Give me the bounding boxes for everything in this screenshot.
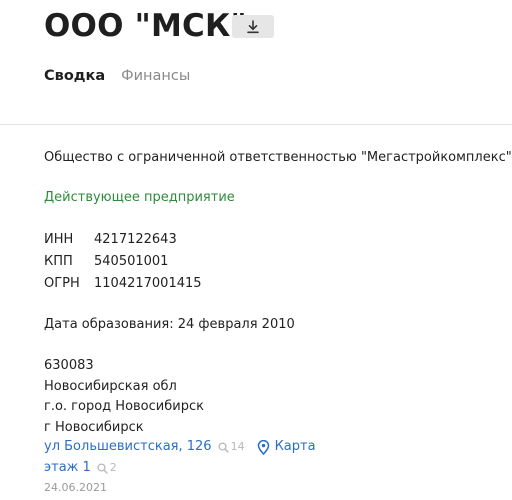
inn-label: ИНН: [44, 232, 74, 247]
tab-finance[interactable]: Финансы: [121, 66, 190, 86]
address-street-link[interactable]: ул Большевистская, 126: [44, 437, 212, 457]
address-floor-link[interactable]: этаж 1: [44, 458, 91, 478]
registration-codes: ИНН 4217122643 КПП 540501001 ОГРН 110421…: [44, 230, 202, 294]
tab-summary[interactable]: Сводка: [44, 66, 105, 86]
address-floor-row: этаж 1 2: [44, 458, 117, 478]
floor-search-count[interactable]: 2: [97, 458, 117, 478]
floor-count-value: 2: [109, 461, 117, 474]
download-button[interactable]: [232, 15, 274, 38]
street-search-count[interactable]: 14: [218, 437, 245, 457]
updated-date: 24.06.2021: [44, 481, 107, 494]
address-region: Новосибирская обл: [44, 379, 177, 394]
founded-date: Дата образования: 24 февраля 2010: [44, 317, 295, 332]
street-count-value: 14: [230, 440, 245, 453]
address-street-row: ул Большевистская, 126 14 Карта: [44, 437, 316, 457]
kpp-value: 540501001: [94, 254, 169, 269]
address-postal-code: 630083: [44, 358, 94, 373]
status-badge: Действующее предприятие: [44, 190, 235, 205]
download-icon: [247, 19, 259, 33]
ogrn-value: 1104217001415: [94, 276, 202, 291]
search-icon: [218, 441, 229, 453]
map-pin-icon: [257, 439, 269, 455]
ogrn-label: ОГРН: [44, 276, 80, 291]
search-icon: [97, 462, 108, 474]
divider: [0, 124, 512, 125]
tabs: Сводка Финансы: [44, 66, 190, 86]
map-link[interactable]: Карта: [257, 437, 316, 457]
map-link-label: Карта: [274, 439, 316, 454]
company-full-name: Общество с ограниченной ответственностью…: [44, 150, 512, 165]
company-title: ООО "МСК": [44, 8, 247, 44]
company-page: ООО "МСК" Сводка Финансы Общество с огра…: [0, 0, 512, 500]
address-district: г.о. город Новосибирск: [44, 399, 204, 414]
inn-value: 4217122643: [94, 232, 177, 247]
address-city: г Новосибирск: [44, 420, 144, 435]
kpp-label: КПП: [44, 254, 73, 269]
